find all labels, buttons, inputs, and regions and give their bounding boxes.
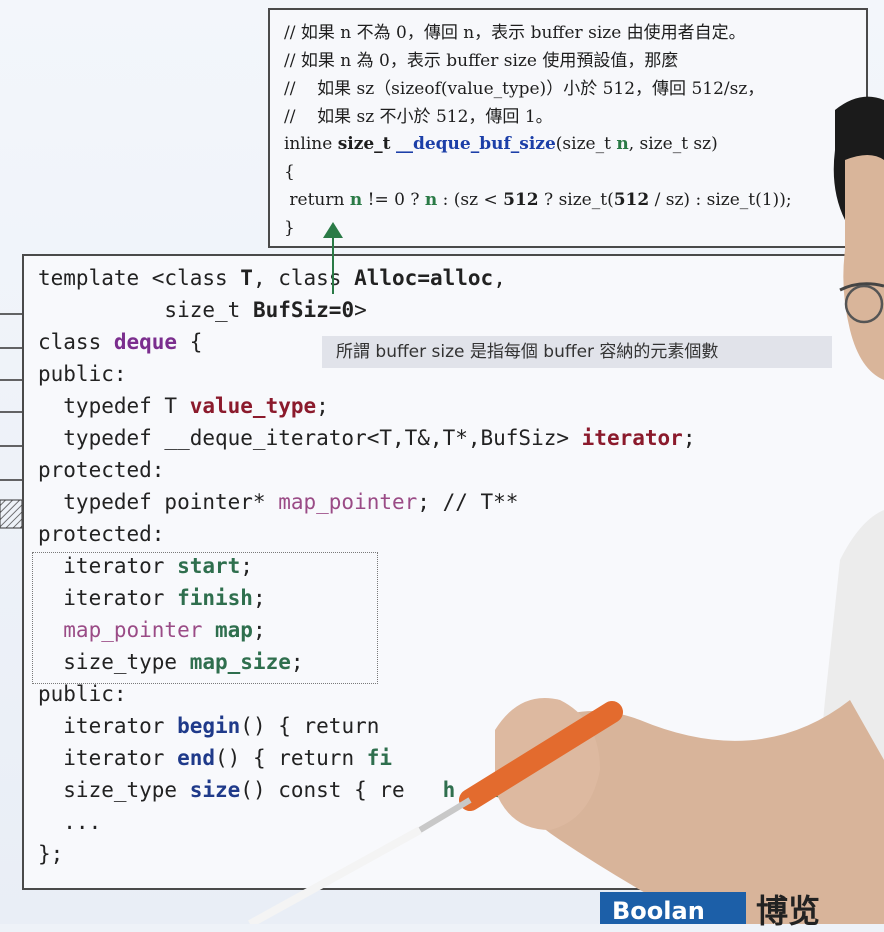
- presenter-with-pointer: [248, 96, 884, 924]
- logo-chinese: 博览: [756, 892, 821, 930]
- logo-english: Boolan: [600, 892, 746, 924]
- boolan-logo: Boolan 博览: [600, 892, 884, 930]
